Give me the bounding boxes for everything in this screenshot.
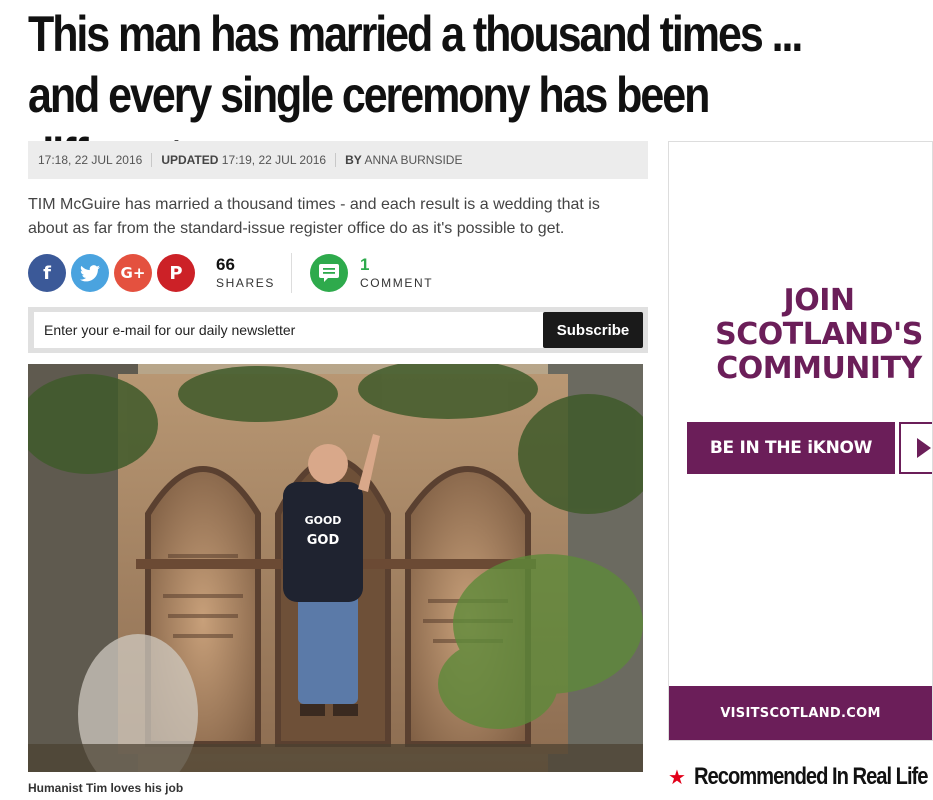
advert-panel[interactable]: JOIN SCOTLAND'S COMMUNITY BE IN THE iKNO… (668, 141, 933, 741)
star-icon: ★ (668, 766, 686, 789)
google-plus-share-button[interactable]: G+ (114, 254, 152, 292)
updated-date: UPDATED 17:19, 22 JUL 2016 (152, 153, 337, 167)
advert-footer-link[interactable]: VISITSCOTLAND.COM (669, 686, 932, 740)
byline-label: BY (345, 153, 362, 167)
byline: BY ANNA BURNSIDE (336, 153, 471, 167)
author-name[interactable]: ANNA BURNSIDE (364, 153, 462, 167)
newsletter-signup: Subscribe (28, 307, 648, 353)
facebook-share-button[interactable]: f (28, 254, 66, 292)
share-divider (290, 253, 292, 293)
article-photo[interactable]: GOOD GOD (28, 364, 643, 772)
photo-caption: Humanist Tim loves his job (28, 781, 184, 795)
play-icon[interactable] (899, 422, 932, 474)
updated-value: 17:19, 22 JUL 2016 (221, 153, 327, 167)
advert-headline-line-2: SCOTLAND'S (715, 317, 923, 352)
share-count-number: 66 (216, 255, 235, 274)
updated-label: UPDATED (161, 153, 219, 167)
comment-button[interactable] (309, 254, 348, 292)
comment-count-label: COMMENT (359, 276, 434, 290)
subscribe-button[interactable]: Subscribe (543, 312, 643, 348)
article-standfirst: TIM McGuire has married a thousand times… (28, 196, 600, 237)
comment-icon (318, 264, 339, 282)
advert-headline: JOIN SCOTLAND'S COMMUNITY (669, 283, 932, 386)
comment-count-number: 1 (359, 255, 370, 274)
advert-cta-button[interactable]: BE IN THE iKNOW (687, 422, 895, 474)
share-count: 66 SHARES (216, 255, 275, 291)
recommended-heading: ★ Recommended In Real Life (668, 763, 933, 791)
facebook-icon: f (43, 262, 51, 284)
publish-date: 17:18, 22 JUL 2016 (28, 153, 153, 167)
photo-gothic-arches: GOOD GOD (28, 364, 643, 772)
comment-count[interactable]: 1 COMMENT (360, 255, 433, 291)
google-plus-icon: G+ (120, 264, 146, 282)
advert-headline-line-1: JOIN (783, 283, 855, 318)
advert-headline-line-3: COMMUNITY (716, 351, 922, 386)
twitter-share-button[interactable] (71, 254, 109, 292)
recommended-title: Recommended In Real Life (693, 763, 928, 790)
pinterest-share-button[interactable]: P (157, 254, 195, 292)
svg-text:GOOD: GOOD (305, 514, 342, 527)
newsletter-email-input[interactable] (34, 312, 546, 348)
share-bar: f G+ P 66 SHARES 1 COMMENT (28, 252, 433, 294)
twitter-icon (80, 264, 100, 281)
share-count-label: SHARES (216, 276, 275, 290)
article-meta-bar: 17:18, 22 JUL 2016 UPDATED 17:19, 22 JUL… (28, 141, 648, 179)
svg-text:GOD: GOD (307, 533, 340, 548)
pinterest-icon: P (169, 262, 183, 284)
